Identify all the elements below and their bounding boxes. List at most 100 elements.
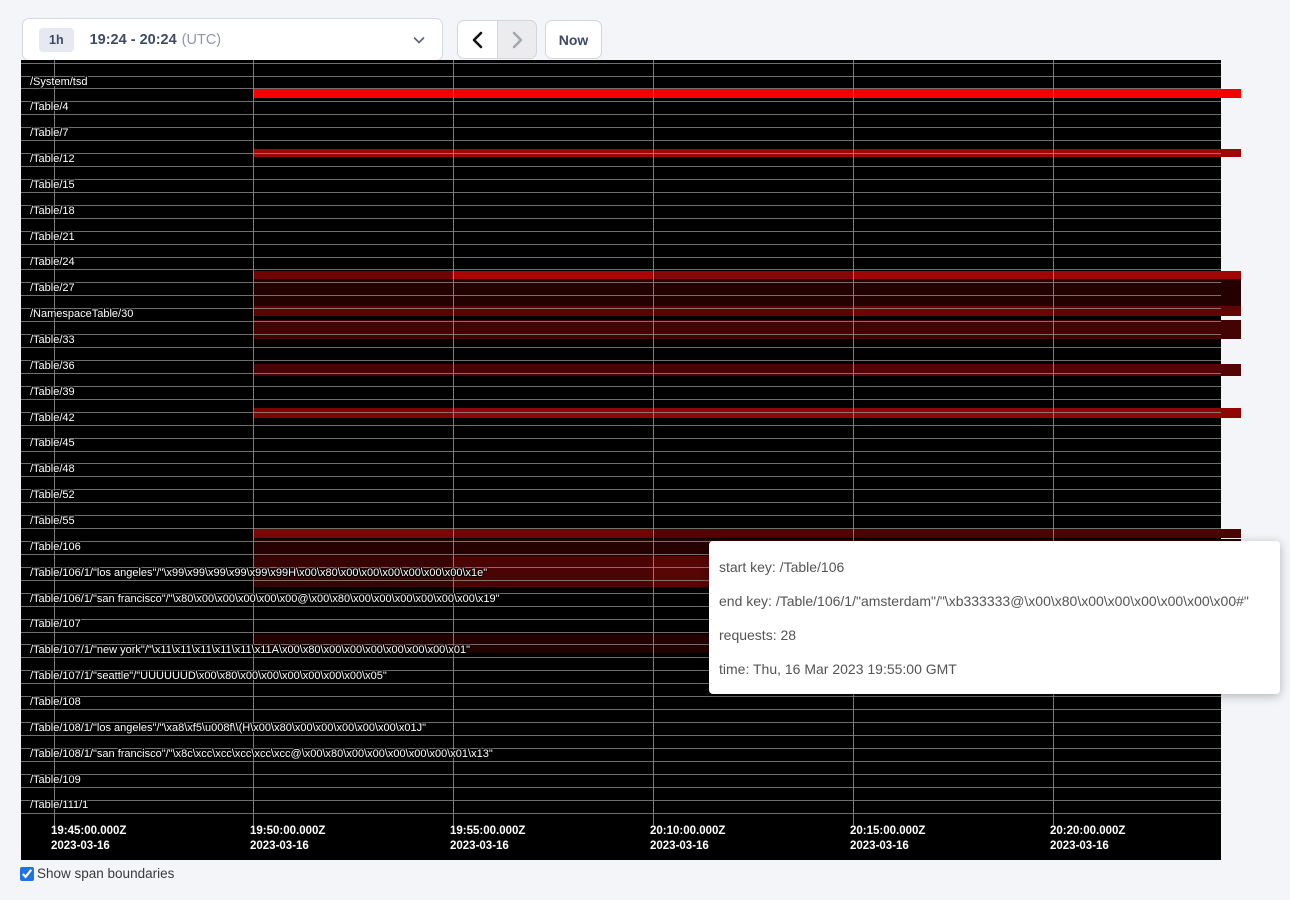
tooltip-line: start key: /Table/106	[719, 550, 1270, 584]
span-boundary-line	[21, 101, 1221, 102]
row-label: /Table/108/1/"san francisco"/"\x8c\xcc\x…	[30, 748, 493, 760]
span-boundary-line	[21, 153, 1221, 154]
show-span-boundaries-checkbox[interactable]	[20, 867, 34, 881]
heat-band[interactable]	[652, 271, 852, 279]
span-boundary-line	[21, 295, 1221, 296]
heat-band[interactable]	[253, 364, 852, 376]
span-boundary-line	[21, 360, 1221, 361]
now-button[interactable]: Now	[545, 20, 602, 59]
span-boundary-line	[21, 88, 1221, 89]
x-axis-label: 20:15:00.000Z 2023-03-16	[850, 824, 925, 853]
span-boundary-line	[21, 774, 1221, 775]
span-boundary-line	[21, 813, 1221, 814]
row-label: /Table/106/1/"san francisco"/"\x80\x00\x…	[30, 593, 500, 605]
key-visualizer-canvas[interactable]: 19:45:00.000Z 2023-03-1619:50:00.000Z 20…	[21, 60, 1221, 860]
span-boundary-line	[21, 140, 1221, 141]
time-range-text: 19:24 - 20:24	[90, 32, 177, 48]
span-boundary-line	[21, 282, 1221, 283]
row-label: /Table/39	[30, 386, 75, 398]
heat-band[interactable]	[852, 529, 1241, 538]
row-label: /Table/106/1/"los angeles"/"\x99\x99\x99…	[30, 567, 487, 579]
span-boundary-line	[21, 476, 1221, 477]
span-boundary-line	[21, 438, 1221, 439]
row-label: /Table/24	[30, 256, 75, 268]
heat-band[interactable]	[253, 89, 1241, 98]
heat-band[interactable]	[452, 408, 1241, 418]
heat-band[interactable]	[452, 529, 652, 538]
next-interval-button[interactable]	[497, 20, 537, 59]
span-boundary-line	[21, 386, 1221, 387]
span-boundary-line	[21, 114, 1221, 115]
row-label: /Table/52	[30, 489, 75, 501]
row-label: /Table/27	[30, 282, 75, 294]
heat-band[interactable]	[253, 271, 452, 279]
tooltip-line: time: Thu, 16 Mar 2023 19:55:00 GMT	[719, 652, 1270, 686]
span-boundary-line	[21, 269, 1221, 270]
x-axis-label: 20:10:00.000Z 2023-03-16	[650, 824, 725, 853]
span-boundary-line	[21, 502, 1221, 503]
span-boundary-line	[21, 205, 1221, 206]
chevron-down-icon	[412, 33, 426, 52]
heat-band[interactable]	[253, 408, 452, 418]
time-gridline	[853, 60, 854, 825]
span-boundary-line	[21, 192, 1221, 193]
row-label: /Table/4	[30, 101, 69, 113]
span-boundary-line	[21, 76, 1221, 77]
duration-badge: 1h	[39, 28, 74, 52]
span-boundary-line	[21, 696, 1221, 697]
heat-band[interactable]	[253, 529, 452, 538]
row-label: /Table/48	[30, 463, 75, 475]
show-span-boundaries-label[interactable]: Show span boundaries	[37, 866, 174, 881]
row-label: /Table/15	[30, 179, 75, 191]
row-label: /Table/111/1	[30, 799, 88, 811]
heat-band[interactable]	[253, 320, 1241, 339]
time-gridline	[1053, 60, 1054, 825]
time-gridline	[653, 60, 654, 825]
row-label: /Table/55	[30, 515, 75, 527]
span-boundary-line	[21, 321, 1221, 322]
row-label: /Table/108	[30, 696, 81, 708]
x-axis-label: 19:55:00.000Z 2023-03-16	[450, 824, 525, 853]
span-boundary-line	[21, 218, 1221, 219]
row-label: /Table/36	[30, 360, 75, 372]
span-boundary-line	[21, 709, 1221, 710]
span-boundary-line	[21, 257, 1221, 258]
row-label: /NamespaceTable/30	[30, 308, 133, 320]
span-boundaries-toggle: Show span boundaries	[20, 866, 174, 881]
time-gridline	[453, 60, 454, 825]
span-boundary-line	[21, 463, 1221, 464]
row-label: /Table/108/1/"los angeles"/"\xa8\xf5\u00…	[30, 722, 426, 734]
heat-band[interactable]	[852, 364, 1241, 376]
span-boundary-line	[21, 166, 1221, 167]
tooltip-line: end key: /Table/106/1/"amsterdam"/"\xb33…	[719, 584, 1270, 618]
time-range-selector[interactable]: 1h 19:24 - 20:24 (UTC)	[22, 18, 443, 61]
span-boundary-line	[21, 399, 1221, 400]
span-boundary-line	[21, 244, 1221, 245]
row-label: /Table/109	[30, 774, 81, 786]
heat-band[interactable]	[652, 529, 852, 538]
row-label: /Table/42	[30, 412, 75, 424]
span-boundary-line	[21, 231, 1221, 232]
span-boundary-line	[21, 127, 1221, 128]
span-boundary-line	[21, 63, 1221, 64]
span-boundary-line	[21, 308, 1221, 309]
heat-band[interactable]	[452, 271, 652, 279]
toolbar: 1h 19:24 - 20:24 (UTC) Now	[0, 0, 1290, 60]
span-boundary-line	[21, 800, 1221, 801]
span-boundary-line	[21, 412, 1221, 413]
time-nav-group	[457, 20, 537, 59]
row-label: /Table/12	[30, 153, 75, 165]
span-boundary-line	[21, 515, 1221, 516]
span-boundary-line	[21, 179, 1221, 180]
previous-interval-button[interactable]	[457, 20, 497, 59]
span-boundary-line	[21, 735, 1221, 736]
row-label: /Table/45	[30, 437, 75, 449]
heat-band[interactable]	[852, 271, 1241, 279]
span-tooltip: start key: /Table/106end key: /Table/106…	[709, 541, 1280, 694]
row-label: /Table/21	[30, 231, 75, 243]
row-label: /Table/106	[30, 541, 81, 553]
span-boundary-line	[21, 761, 1221, 762]
x-axis-label: 19:45:00.000Z 2023-03-16	[51, 824, 126, 853]
span-boundary-line	[21, 373, 1221, 374]
x-axis-label: 20:20:00.000Z 2023-03-16	[1050, 824, 1125, 853]
